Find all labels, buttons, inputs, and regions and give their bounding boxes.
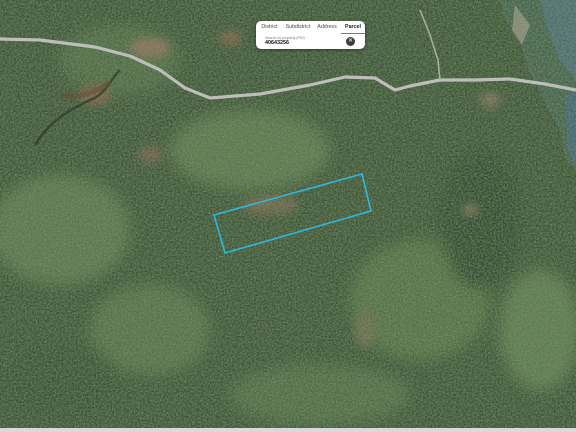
aerial-imagery[interactable] [0, 0, 576, 432]
close-icon[interactable]: ✕ [346, 37, 355, 46]
search-input[interactable]: Search by property (PID) 40643256 [265, 35, 345, 48]
canopy-speckle [0, 0, 576, 432]
tab-parcel[interactable]: Parcel [341, 21, 365, 34]
tab-address[interactable]: Address [313, 21, 341, 34]
search-panel: District Subdistrict Address Parcel Sear… [256, 21, 365, 49]
search-tabs: District Subdistrict Address Parcel [256, 21, 365, 34]
search-value[interactable]: 40643256 [265, 40, 289, 46]
tab-subdistrict[interactable]: Subdistrict [283, 21, 313, 34]
bottom-edge-strip [0, 428, 576, 432]
tab-district[interactable]: District [256, 21, 283, 34]
satellite-map[interactable]: District Subdistrict Address Parcel Sear… [0, 0, 576, 432]
